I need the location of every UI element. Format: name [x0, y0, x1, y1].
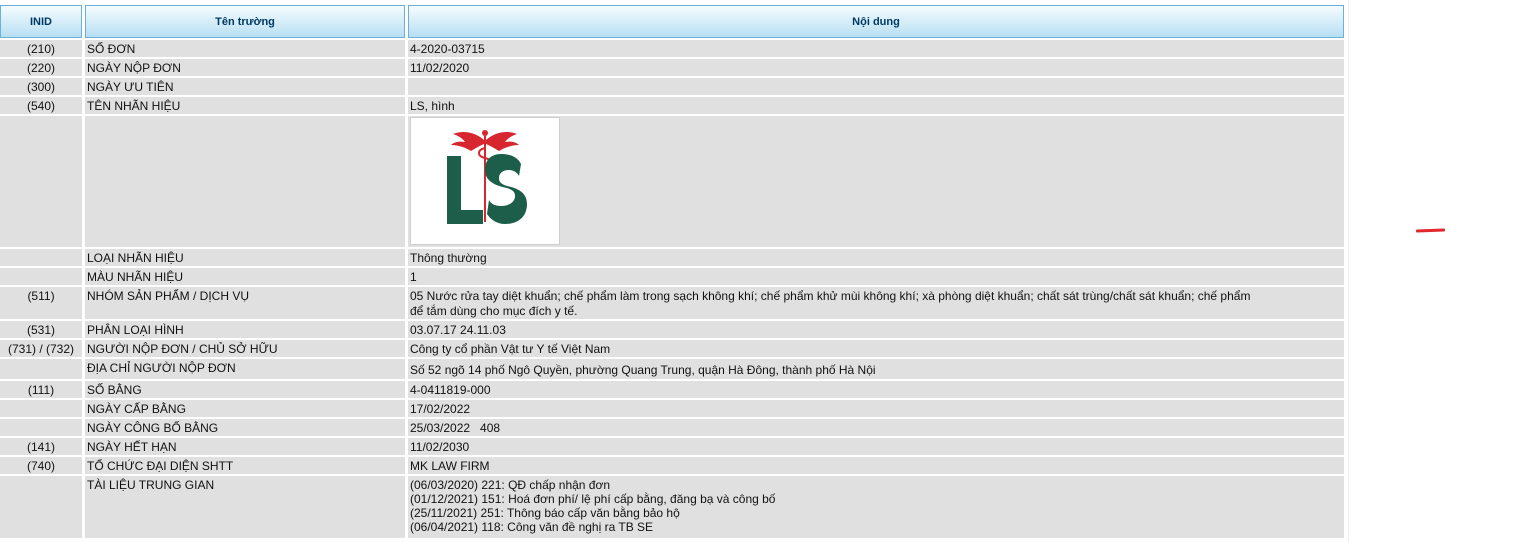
field-label: NGÀY HẾT HẠN [85, 438, 405, 455]
list-item: (06/03/2020) 221: QĐ chấp nhận đơn [410, 478, 611, 492]
header-inid: INID [0, 5, 82, 38]
field-label: NGÀY CẤP BẰNG [85, 400, 405, 417]
row-tai-lieu-trung-gian: TÀI LIỆU TRUNG GIAN (06/03/2020) 221: QĐ… [0, 476, 1344, 538]
field-value: 1 [408, 268, 1344, 285]
row-ten-nhan-hieu: (540) TÊN NHÃN HIỆU LS, hình [0, 97, 1344, 114]
row-phan-loai-hinh: (531) PHÂN LOẠI HÌNH 03.07.17 24.11.03 [0, 321, 1344, 338]
row-nhom-san-pham: (511) NHÓM SẢN PHẨM / DỊCH VỤ 05 Nước rử… [0, 287, 1344, 319]
field-label: NGÀY ƯU TIÊN [85, 78, 405, 95]
field-label: TÀI LIỆU TRUNG GIAN [85, 476, 405, 538]
row-ngay-uu-tien: (300) NGÀY ƯU TIÊN [0, 78, 1344, 95]
inid-code: (731) / (732) [0, 340, 82, 357]
inid-code: (511) [0, 287, 82, 319]
field-label: LOẠI NHÃN HIỆU [85, 249, 405, 266]
row-loai-nhan-hieu: LOẠI NHÃN HIỆU Thông thường [0, 249, 1344, 266]
field-label: ĐỊA CHỈ NGƯỜI NỘP ĐƠN [85, 359, 405, 379]
goods-services-line: 05 Nước rửa tay diệt khuẩn; chế phẩm làm… [410, 289, 1251, 303]
row-ngay-het-han: (141) NGÀY HẾT HẠN 11/02/2030 [0, 438, 1344, 455]
field-label [85, 116, 405, 247]
row-to-chuc-dai-dien: (740) TỔ CHỨC ĐẠI DIỆN SHTT MK LAW FIRM [0, 457, 1344, 474]
field-label: MÀU NHÃN HIỆU [85, 268, 405, 285]
trademark-logo-image[interactable] [410, 117, 560, 245]
list-item: (01/12/2021) 151: Hoá đơn phí/ lệ phí cấ… [410, 492, 776, 506]
inid-code [0, 359, 82, 379]
row-mark-image [0, 116, 1344, 247]
inid-code: (210) [0, 40, 82, 57]
list-item: (25/11/2021) 251: Thông báo cấp văn bằng… [410, 506, 680, 520]
field-label: NHÓM SẢN PHẨM / DỊCH VỤ [85, 287, 405, 319]
inid-code: (111) [0, 381, 82, 398]
field-value: 03.07.17 24.11.03 [408, 321, 1344, 338]
row-nguoi-nop-don: (731) / (732) NGƯỜI NỘP ĐƠN / CHỦ SỞ HỮU… [0, 340, 1344, 357]
inid-code [0, 419, 82, 436]
table-header: INID Tên trường Nội dung [0, 5, 1344, 38]
inid-code [0, 249, 82, 266]
inid-code: (220) [0, 59, 82, 76]
list-item: (06/04/2021) 118: Công văn đề nghị ra TB… [410, 520, 654, 534]
field-label: SỐ ĐƠN [85, 40, 405, 57]
field-value: 25/03/2022 408 [408, 419, 1344, 436]
header-content: Nội dung [408, 5, 1344, 38]
field-value: 11/02/2030 [408, 438, 1344, 455]
field-value: MK LAW FIRM [408, 457, 1344, 474]
inid-code: (141) [0, 438, 82, 455]
row-so-don: (210) SỐ ĐƠN 4-2020-03715 [0, 40, 1344, 57]
row-ngay-nop-don: (220) NGÀY NỘP ĐƠN 11/02/2020 [0, 59, 1344, 76]
field-label: TỔ CHỨC ĐẠI DIỆN SHTT [85, 457, 405, 474]
field-value: 4-2020-03715 [408, 40, 1344, 57]
mark-image-cell [408, 116, 1344, 247]
field-label: NGÀY CÔNG BỐ BẰNG [85, 419, 405, 436]
field-label: TÊN NHÃN HIỆU [85, 97, 405, 114]
page-edge-divider [1348, 0, 1349, 542]
inid-code [0, 116, 82, 247]
field-label: NGƯỜI NỘP ĐƠN / CHỦ SỞ HỮU [85, 340, 405, 357]
field-value: Số 52 ngõ 14 phố Ngô Quyền, phường Quang… [408, 359, 1344, 379]
field-value: 17/02/2022 [408, 400, 1344, 417]
inid-code [0, 400, 82, 417]
row-mau-nhan-hieu: MÀU NHÃN HIỆU 1 [0, 268, 1344, 285]
red-annotation-mark [1415, 228, 1446, 233]
field-value: Thông thường [408, 249, 1344, 266]
inid-code: (531) [0, 321, 82, 338]
header-field-name: Tên trường [85, 5, 405, 38]
field-value: LS, hình [408, 97, 1344, 114]
intermediate-documents-list: (06/03/2020) 221: QĐ chấp nhận đơn (01/1… [408, 476, 1344, 538]
field-value: 11/02/2020 [408, 59, 1344, 76]
inid-code: (540) [0, 97, 82, 114]
row-ngay-cap-bang: NGÀY CẤP BẰNG 17/02/2022 [0, 400, 1344, 417]
field-value: 05 Nước rửa tay diệt khuẩn; chế phẩm làm… [408, 287, 1344, 319]
field-label: SỐ BẰNG [85, 381, 405, 398]
field-value: 4-0411819-000 [408, 381, 1344, 398]
ls-logo-icon [447, 130, 527, 224]
inid-code [0, 268, 82, 285]
row-ngay-cong-bo-bang: NGÀY CÔNG BỐ BẰNG 25/03/2022 408 [0, 419, 1344, 436]
trademark-detail-table: INID Tên trường Nội dung (210) SỐ ĐƠN 4-… [0, 5, 1344, 538]
inid-code: (300) [0, 78, 82, 95]
row-so-bang: (111) SỐ BẰNG 4-0411819-000 [0, 381, 1344, 398]
goods-services-line: để tắm dùng cho mục đích y tế. [410, 304, 578, 318]
inid-code [0, 476, 82, 538]
field-label: PHÂN LOẠI HÌNH [85, 321, 405, 338]
row-dia-chi: ĐỊA CHỈ NGƯỜI NỘP ĐƠN Số 52 ngõ 14 phố N… [0, 359, 1344, 379]
field-value [408, 78, 1344, 95]
field-value: Công ty cổ phần Vật tư Y tế Việt Nam [408, 340, 1344, 357]
inid-code: (740) [0, 457, 82, 474]
field-label: NGÀY NỘP ĐƠN [85, 59, 405, 76]
